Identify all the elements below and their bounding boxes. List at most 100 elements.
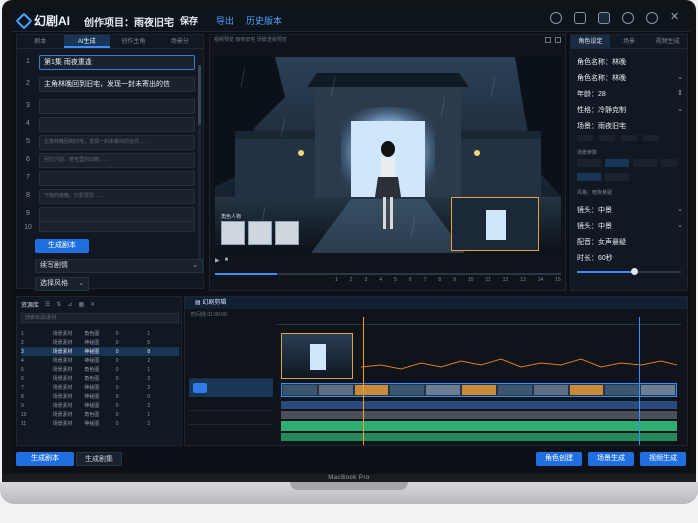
- timeline-ruler[interactable]: [277, 317, 681, 325]
- tab-create-protagonist[interactable]: 创作主角: [110, 35, 157, 48]
- character-avatar[interactable]: [275, 221, 299, 245]
- delete-icon[interactable]: ✕: [90, 301, 95, 308]
- filter-icon[interactable]: ⊿: [67, 301, 72, 308]
- table-row[interactable]: 1 场景素材 角色图 0 1: [21, 329, 179, 338]
- inset-shot-thumbnail[interactable]: [451, 197, 539, 251]
- list-icon[interactable]: ☰: [45, 301, 50, 308]
- track-header-audio[interactable]: [189, 397, 273, 411]
- scene-field[interactable]: 场景：雨夜旧宅: [577, 121, 683, 131]
- character-create-button[interactable]: 角色创建: [536, 452, 582, 466]
- sort-icon[interactable]: ⇅: [56, 301, 61, 308]
- script-line-input[interactable]: 下雨的夜晚，灯影斑驳……: [39, 189, 195, 204]
- script-line-input[interactable]: [39, 99, 195, 114]
- settings-icon[interactable]: [550, 12, 562, 24]
- close-icon[interactable]: [555, 37, 561, 43]
- playback-progress[interactable]: [215, 273, 561, 275]
- script-line-input[interactable]: [39, 117, 195, 132]
- role-name-field[interactable]: 角色名称：林晚: [577, 57, 683, 67]
- script-line: 8 下雨的夜晚，灯影斑驳……: [21, 189, 201, 204]
- script-line-input[interactable]: 第1集 雨夜重逢: [39, 55, 195, 70]
- play-icon[interactable]: ▶: [215, 257, 220, 264]
- character-avatar[interactable]: [221, 221, 245, 245]
- tab-scene[interactable]: 场景: [610, 35, 649, 48]
- timeline-marker[interactable]: [639, 317, 640, 445]
- table-row[interactable]: 10 场景素材 角色图 0 1: [21, 410, 179, 419]
- notification-icon[interactable]: [646, 12, 658, 24]
- layout-icon[interactable]: [574, 12, 586, 24]
- scene-thumb[interactable]: [577, 135, 593, 141]
- table-row[interactable]: 4 场景素材 神秘图 0 2: [21, 356, 179, 365]
- stop-icon[interactable]: ■: [225, 257, 229, 264]
- role-name-select[interactable]: 角色名称：林晚 ⌄: [577, 73, 683, 83]
- music-track[interactable]: [281, 421, 677, 431]
- tab-video-generate[interactable]: 视频生成: [648, 35, 687, 48]
- table-row[interactable]: 2 场景素材 神秘图 0 5: [21, 338, 179, 347]
- expand-icon[interactable]: [545, 37, 551, 43]
- tab-ai-generate[interactable]: AI生成: [63, 35, 110, 48]
- generate-script-button[interactable]: 生成剧本: [35, 239, 89, 253]
- save-button[interactable]: 保存: [180, 14, 198, 27]
- script-line-input[interactable]: 主角林晚回到旧宅，发现一封未寄出的信件……: [39, 135, 195, 150]
- voice-field[interactable]: 配音：女声悬疑: [577, 237, 683, 247]
- param-chip[interactable]: [577, 159, 601, 167]
- video-generate-button[interactable]: 视频生成: [640, 452, 686, 466]
- preview-scene[interactable]: 角色人物: [215, 57, 561, 253]
- selected-clip[interactable]: [281, 333, 353, 379]
- age-field[interactable]: 年龄：28 ⇕: [577, 89, 683, 99]
- asset-search-input[interactable]: 搜索资源/素材: [21, 313, 179, 323]
- playhead[interactable]: [363, 317, 364, 445]
- tab-scenes[interactable]: 场景分: [157, 35, 204, 48]
- personality-select[interactable]: 性格：冷静克制 ⌄: [577, 105, 683, 115]
- audio-waveform: [361, 358, 677, 370]
- table-row[interactable]: 9 场景素材 神秘图 0 2: [21, 401, 179, 410]
- table-row[interactable]: 11 场景素材 神秘图 0 2: [21, 419, 179, 428]
- scene-generate-button[interactable]: 场景生成: [588, 452, 634, 466]
- tab-character-settings[interactable]: 角色设定: [571, 35, 610, 48]
- script-line-input[interactable]: 回忆闪现，老宅里的旧物……: [39, 153, 195, 168]
- history-button[interactable]: 历史版本: [246, 14, 282, 27]
- export-button[interactable]: 导出: [216, 14, 234, 27]
- table-row[interactable]: 7 场景素材 神秘图 0 2: [21, 383, 179, 392]
- track-header-audio[interactable]: [189, 411, 273, 425]
- scene-thumb[interactable]: [621, 135, 637, 141]
- param-chip[interactable]: [577, 173, 601, 181]
- slider-knob[interactable]: [631, 268, 639, 275]
- grid-icon[interactable]: ▦: [78, 301, 84, 308]
- table-row[interactable]: 3 场景素材 神秘图 0 8: [21, 347, 179, 356]
- voice-track[interactable]: [281, 433, 677, 441]
- shield-icon[interactable]: [622, 12, 634, 24]
- window-icon[interactable]: [598, 12, 610, 24]
- script-line-input[interactable]: 主角林晚回到旧宅，发现一封未寄出的信: [39, 77, 195, 92]
- close-icon[interactable]: ✕: [670, 12, 682, 24]
- script-line-input[interactable]: [39, 221, 195, 232]
- table-row[interactable]: 8 场景素材 神秘图 0 0: [21, 392, 179, 401]
- scene-thumb[interactable]: [643, 135, 659, 141]
- video-track[interactable]: [281, 383, 677, 397]
- character-avatar[interactable]: [248, 221, 272, 245]
- shot-select-1[interactable]: 镜头：中景 ⌄: [577, 205, 683, 215]
- stepper-icon[interactable]: ⇕: [677, 89, 683, 97]
- tab-script[interactable]: 剧本: [17, 35, 64, 48]
- scene-thumb[interactable]: [599, 135, 615, 141]
- time-ticks: 1 2 3 4 5 6 7 8 9 10 11 12 13 14 15: [335, 277, 561, 283]
- track-header-video[interactable]: [189, 379, 273, 397]
- table-row[interactable]: 5 场景素材 角色图 0 1: [21, 365, 179, 374]
- track-header[interactable]: [189, 329, 273, 379]
- generate-episodes-button[interactable]: 生成剧集: [76, 452, 122, 466]
- track-header-audio[interactable]: [189, 425, 273, 439]
- param-chip[interactable]: [661, 159, 677, 167]
- subtitle-track[interactable]: [281, 411, 677, 419]
- script-line-input[interactable]: [39, 171, 195, 186]
- generate-script-bottom-button[interactable]: 生成剧本: [16, 452, 74, 466]
- table-row[interactable]: 6 场景素材 角色图 0 3: [21, 374, 179, 383]
- shot-select-2[interactable]: 镜头：中景 ⌄: [577, 221, 683, 231]
- style-select[interactable]: 选择风格 ⌄: [35, 277, 89, 291]
- param-chip[interactable]: [633, 159, 657, 167]
- continue-plot-select[interactable]: 续写剧情 ⌄: [35, 259, 203, 273]
- timeline-subtitle: 时间线 01:00:00: [191, 312, 227, 318]
- duration-slider[interactable]: [577, 268, 681, 275]
- script-line-input[interactable]: [39, 207, 195, 222]
- param-chip[interactable]: [605, 159, 629, 167]
- param-chip[interactable]: [605, 173, 629, 181]
- effects-track[interactable]: [281, 401, 677, 409]
